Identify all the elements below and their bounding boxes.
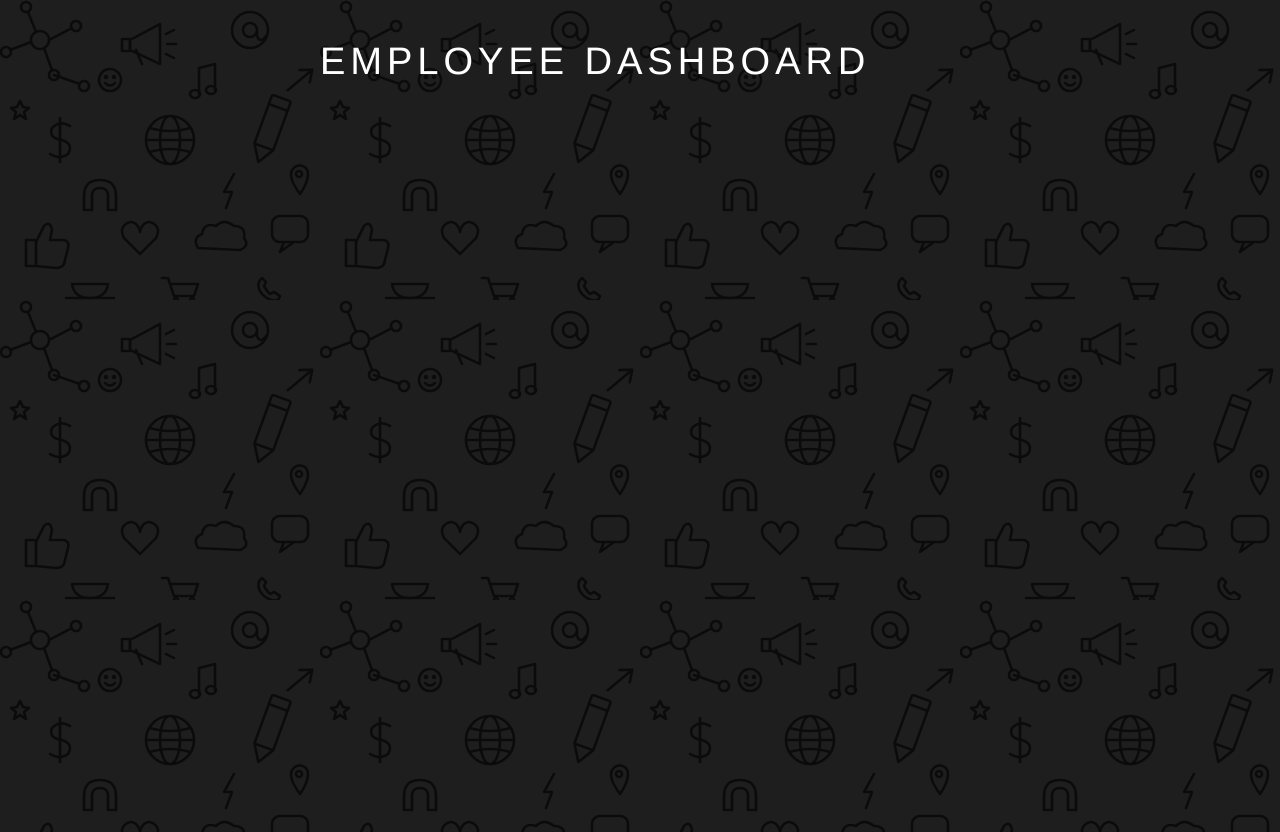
page-title: EMPLOYEE DASHBOARD — [320, 41, 871, 83]
doodle-background-pattern — [0, 0, 1280, 832]
dashboard-page: EMPLOYEE DASHBOARD — [0, 0, 1280, 832]
